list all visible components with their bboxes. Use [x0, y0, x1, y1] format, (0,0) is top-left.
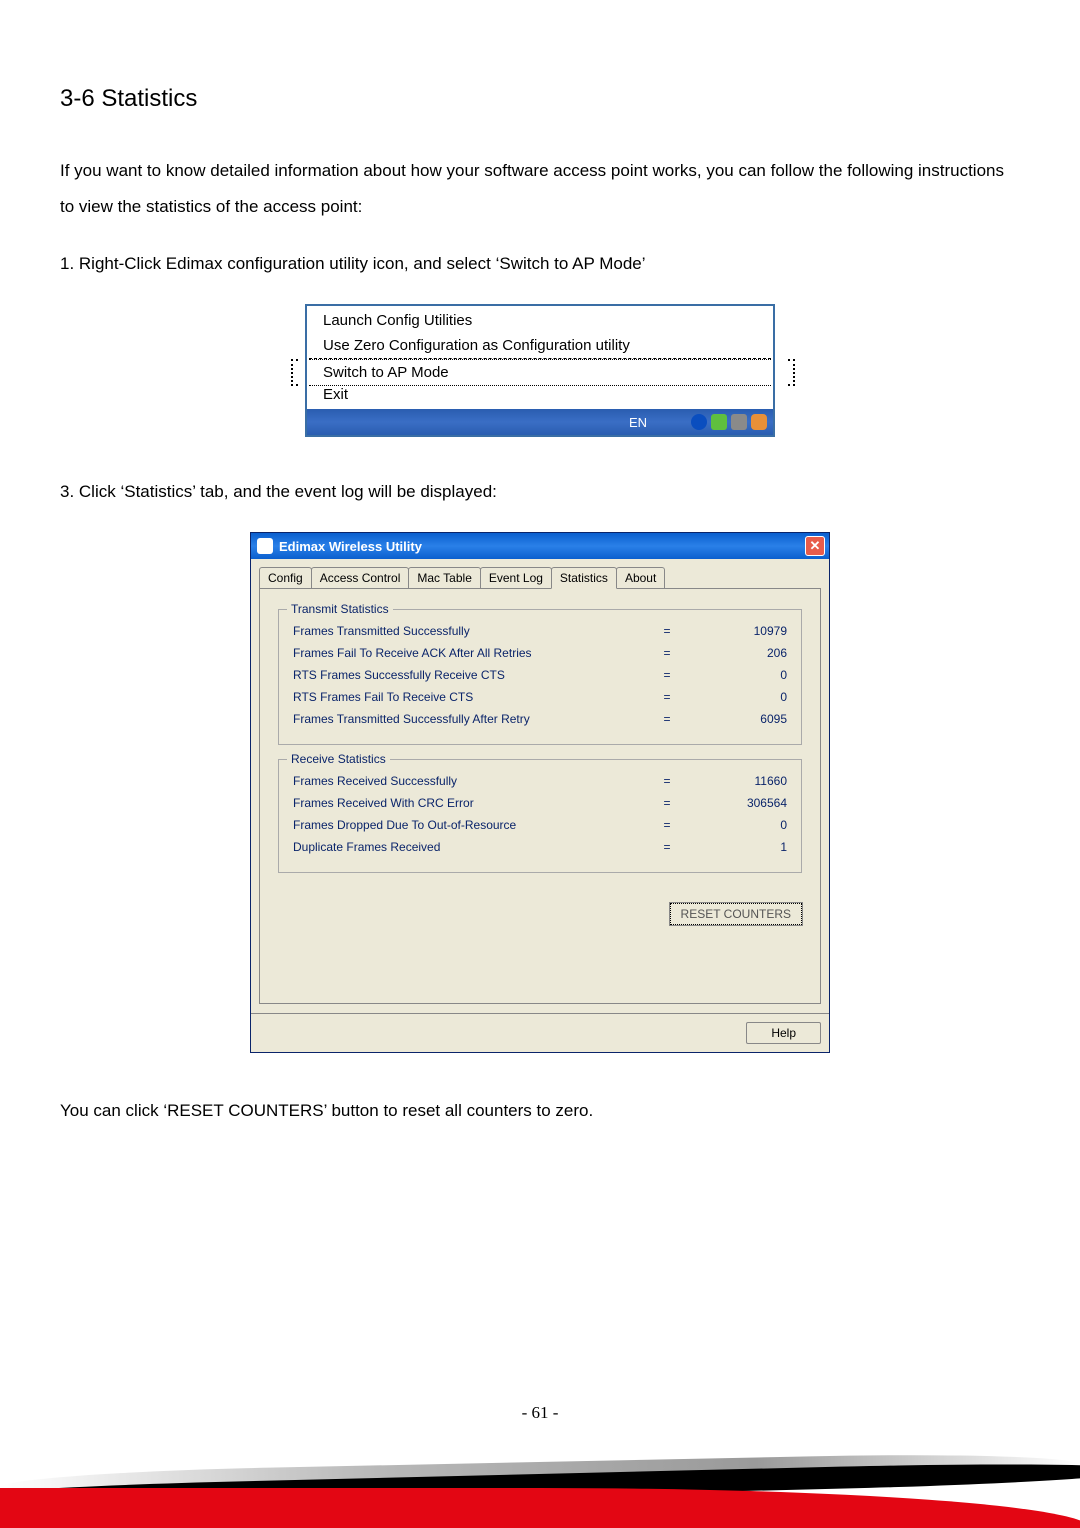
equals-sign: = — [647, 624, 687, 638]
tab-config[interactable]: Config — [259, 567, 312, 589]
stat-value: 6095 — [687, 712, 787, 726]
equals-sign: = — [647, 646, 687, 660]
tab-mac-table[interactable]: Mac Table — [408, 567, 480, 589]
dialog-title: Edimax Wireless Utility — [279, 539, 422, 554]
receive-fieldset: Receive Statistics Frames Received Succe… — [278, 759, 802, 873]
menu-item-switch-ap[interactable]: Switch to AP Mode — [309, 359, 771, 386]
table-row: RTS Frames Successfully Receive CTS = 0 — [293, 664, 787, 686]
stat-label: RTS Frames Fail To Receive CTS — [293, 690, 647, 704]
edimax-dialog: Edimax Wireless Utility ✕ Config Access … — [250, 532, 830, 1053]
stat-label: RTS Frames Successfully Receive CTS — [293, 668, 647, 682]
transmit-legend: Transmit Statistics — [287, 602, 393, 616]
tab-statistics[interactable]: Statistics — [551, 567, 617, 589]
table-row: Frames Transmitted Successfully = 10979 — [293, 620, 787, 642]
stat-value: 206 — [687, 646, 787, 660]
taskbar: EN — [307, 409, 773, 435]
page-number: - 61 - — [0, 1403, 1080, 1423]
equals-sign: = — [647, 840, 687, 854]
stat-value: 11660 — [687, 774, 787, 788]
language-indicator[interactable]: EN — [629, 415, 647, 430]
section-heading: 3-6 Statistics — [60, 85, 1020, 113]
dialog-figure: Edimax Wireless Utility ✕ Config Access … — [60, 532, 1020, 1053]
equals-sign: = — [647, 796, 687, 810]
tray-icon-shield[interactable] — [691, 414, 707, 430]
stat-label: Frames Dropped Due To Out-of-Resource — [293, 818, 647, 832]
tabs-row: Config Access Control Mac Table Event Lo… — [251, 559, 829, 589]
step-3: 3. Click ‘Statistics’ tab, and the event… — [60, 482, 1020, 502]
context-menu: Launch Config Utilities Use Zero Configu… — [305, 304, 775, 437]
table-row: Duplicate Frames Received = 1 — [293, 836, 787, 858]
stat-value: 306564 — [687, 796, 787, 810]
footer-graphic — [0, 1438, 1080, 1528]
help-button[interactable]: Help — [746, 1022, 821, 1044]
stat-label: Duplicate Frames Received — [293, 840, 647, 854]
menu-item-exit[interactable]: Exit — [309, 386, 771, 407]
stat-value: 1 — [687, 840, 787, 854]
close-button[interactable]: ✕ — [805, 536, 825, 556]
tab-access-control[interactable]: Access Control — [311, 567, 410, 589]
step-1: 1. Right-Click Edimax configuration util… — [60, 254, 1020, 274]
titlebar: Edimax Wireless Utility ✕ — [251, 533, 829, 559]
equals-sign: = — [647, 774, 687, 788]
tab-event-log[interactable]: Event Log — [480, 567, 552, 589]
intro-paragraph: If you want to know detailed information… — [60, 153, 1020, 224]
outro-paragraph: You can click ‘RESET COUNTERS’ button to… — [60, 1093, 1020, 1129]
stat-label: Frames Transmitted Successfully After Re… — [293, 712, 647, 726]
table-row: Frames Transmitted Successfully After Re… — [293, 708, 787, 730]
transmit-fieldset: Transmit Statistics Frames Transmitted S… — [278, 609, 802, 745]
stat-label: Frames Received Successfully — [293, 774, 647, 788]
table-row: RTS Frames Fail To Receive CTS = 0 — [293, 686, 787, 708]
stat-label: Frames Fail To Receive ACK After All Ret… — [293, 646, 647, 660]
stat-value: 0 — [687, 818, 787, 832]
dialog-body: Transmit Statistics Frames Transmitted S… — [259, 588, 821, 1004]
reset-counters-button[interactable]: RESET COUNTERS — [670, 903, 802, 925]
table-row: Frames Received With CRC Error = 306564 — [293, 792, 787, 814]
stat-label: Frames Transmitted Successfully — [293, 624, 647, 638]
table-row: Frames Received Successfully = 11660 — [293, 770, 787, 792]
equals-sign: = — [647, 690, 687, 704]
stat-label: Frames Received With CRC Error — [293, 796, 647, 810]
stat-value: 10979 — [687, 624, 787, 638]
menu-item-launch[interactable]: Launch Config Utilities — [309, 308, 771, 333]
app-icon — [257, 538, 273, 554]
equals-sign: = — [647, 818, 687, 832]
equals-sign: = — [647, 668, 687, 682]
tray-icon-network[interactable] — [711, 414, 727, 430]
menu-item-zero-config[interactable]: Use Zero Configuration as Configuration … — [309, 333, 771, 359]
tray-icon-app[interactable] — [751, 414, 767, 430]
context-menu-figure: Launch Config Utilities Use Zero Configu… — [60, 304, 1020, 437]
equals-sign: = — [647, 712, 687, 726]
stat-value: 0 — [687, 668, 787, 682]
table-row: Frames Fail To Receive ACK After All Ret… — [293, 642, 787, 664]
tab-about[interactable]: About — [616, 567, 665, 589]
receive-legend: Receive Statistics — [287, 752, 390, 766]
table-row: Frames Dropped Due To Out-of-Resource = … — [293, 814, 787, 836]
stat-value: 0 — [687, 690, 787, 704]
tray-icon-volume[interactable] — [731, 414, 747, 430]
